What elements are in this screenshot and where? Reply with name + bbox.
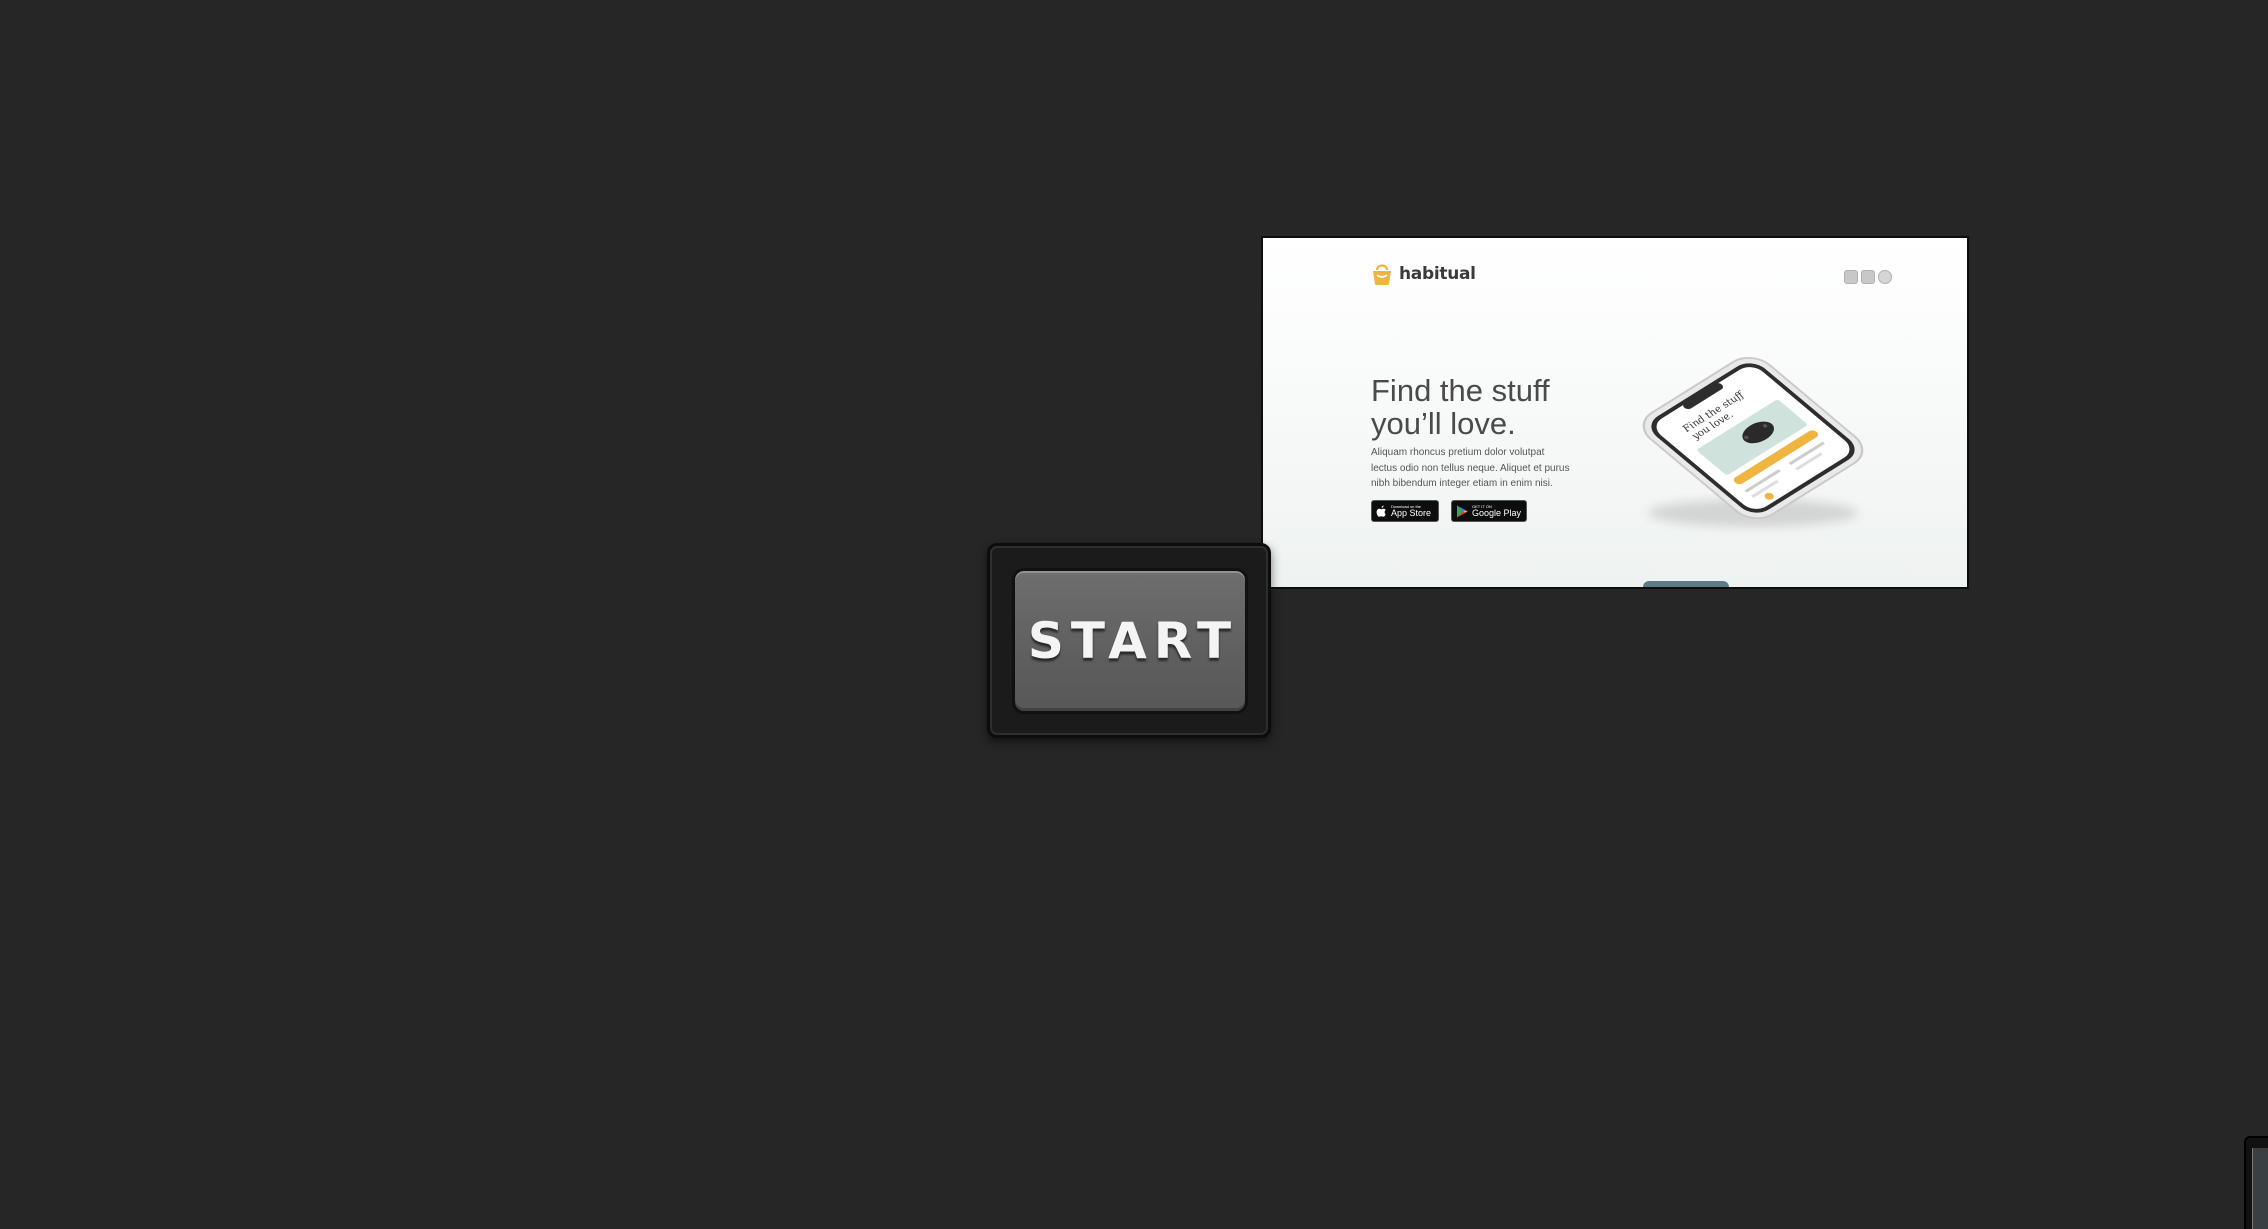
hero-title-line-2: you’ll love. xyxy=(1371,406,1516,441)
corner-window-thumbnail[interactable] xyxy=(2244,1136,2268,1229)
window-icon[interactable] xyxy=(1844,270,1858,284)
start-button-frame: START xyxy=(987,543,1271,738)
phone-mockup: Find the stuff you love. xyxy=(1603,343,1903,543)
hero-title: Find the stuff you’ll love. xyxy=(1371,374,1601,440)
app-store-big: App Store xyxy=(1391,507,1432,518)
app-store-button[interactable]: Download on the App Store xyxy=(1371,500,1439,522)
google-play-icon xyxy=(1457,505,1468,517)
brand-name: habitual xyxy=(1399,264,1476,284)
window-icon[interactable] xyxy=(1861,270,1875,284)
app-store-text: Download on the App Store xyxy=(1391,504,1432,518)
apple-icon xyxy=(1376,505,1386,517)
start-button[interactable]: START xyxy=(1012,568,1248,714)
scroll-indicator[interactable] xyxy=(1643,581,1729,587)
google-play-button[interactable]: GET IT ON Google Play xyxy=(1451,500,1527,522)
landing-page-preview[interactable]: habitual Find the stuff you’ll love. Ali… xyxy=(1261,236,1969,589)
circle-icon[interactable] xyxy=(1878,270,1892,284)
thumbnail-content xyxy=(2252,1148,2268,1229)
start-button-label: START xyxy=(1027,612,1239,670)
google-play-text: GET IT ON Google Play xyxy=(1472,504,1522,518)
desktop-stage: habitual Find the stuff you’ll love. Ali… xyxy=(0,0,2268,1229)
brand-logo[interactable]: habitual xyxy=(1371,262,1476,286)
shopping-bag-icon xyxy=(1371,262,1393,286)
hero-body-text: Aliquam rhoncus pretium dolor volutpat l… xyxy=(1371,447,1570,489)
hero-title-line-1: Find the stuff xyxy=(1371,373,1550,408)
google-play-big: Google Play xyxy=(1472,507,1522,518)
top-right-controls xyxy=(1844,270,1892,284)
